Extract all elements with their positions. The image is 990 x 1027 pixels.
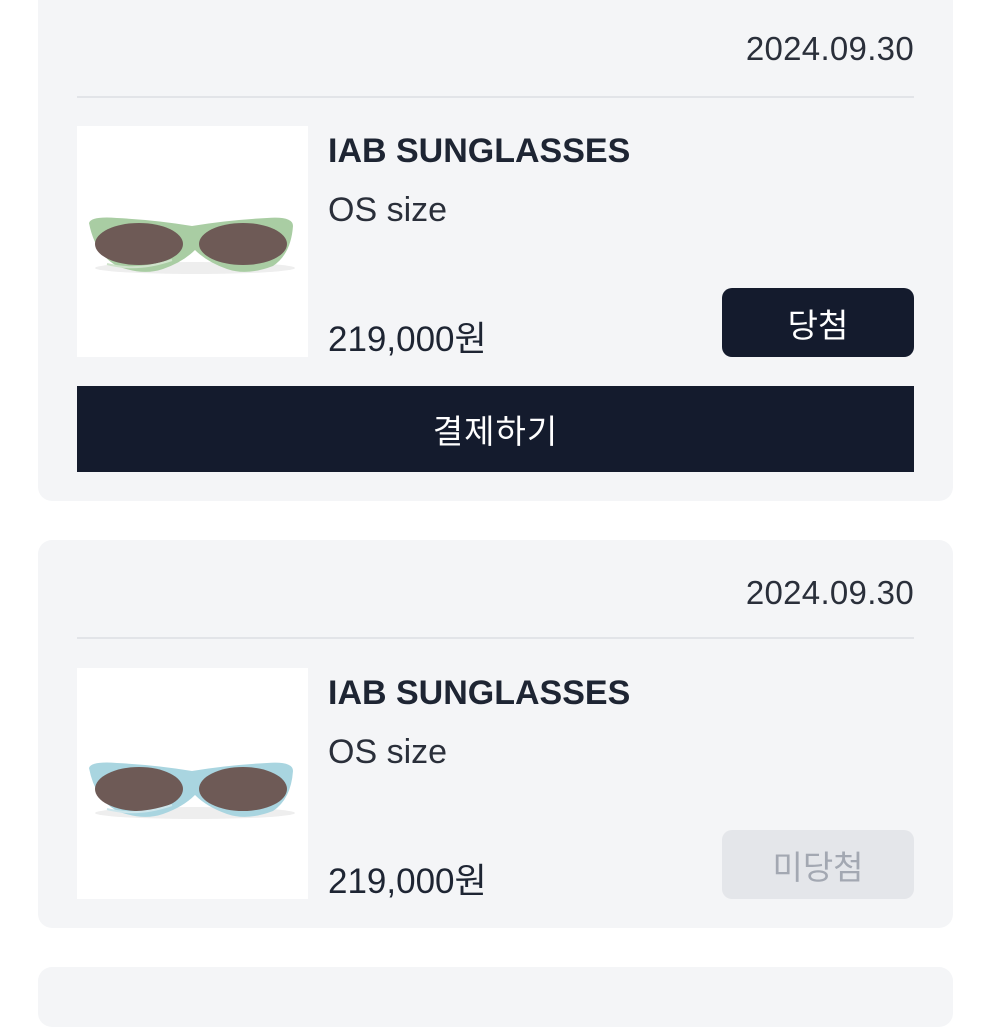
product-name[interactable]: IAB SUNGLASSES: [328, 132, 630, 171]
product-price: 219,000원: [328, 320, 487, 359]
product-size: OS size: [328, 191, 448, 229]
order-card: 2024.09.30 IAB SUNGLASSES OS size 219,00…: [38, 540, 953, 928]
sunglasses-image: [89, 217, 295, 274]
sunglasses-image: [89, 762, 295, 819]
order-date: 2024.09.30: [745, 30, 914, 67]
product-size: OS size: [328, 733, 448, 771]
right-lens: [199, 223, 287, 265]
order-card: [38, 967, 953, 1027]
left-lens: [95, 767, 183, 811]
product-price: 219,000원: [328, 862, 487, 901]
status-badge-lost: 미당첨: [722, 830, 914, 899]
order-date: 2024.09.30: [745, 574, 914, 611]
left-lens: [95, 223, 183, 265]
divider: [77, 637, 914, 639]
product-image[interactable]: [77, 668, 308, 899]
product-name[interactable]: IAB SUNGLASSES: [328, 674, 630, 713]
right-lens: [199, 767, 287, 811]
order-card: 2024.09.30 IAB SUNGLASSES OS size 219,00…: [38, 0, 953, 501]
divider: [77, 96, 914, 98]
status-badge-won: 당첨: [722, 288, 914, 357]
pay-button[interactable]: 결제하기: [77, 386, 914, 472]
product-image[interactable]: [77, 126, 308, 357]
